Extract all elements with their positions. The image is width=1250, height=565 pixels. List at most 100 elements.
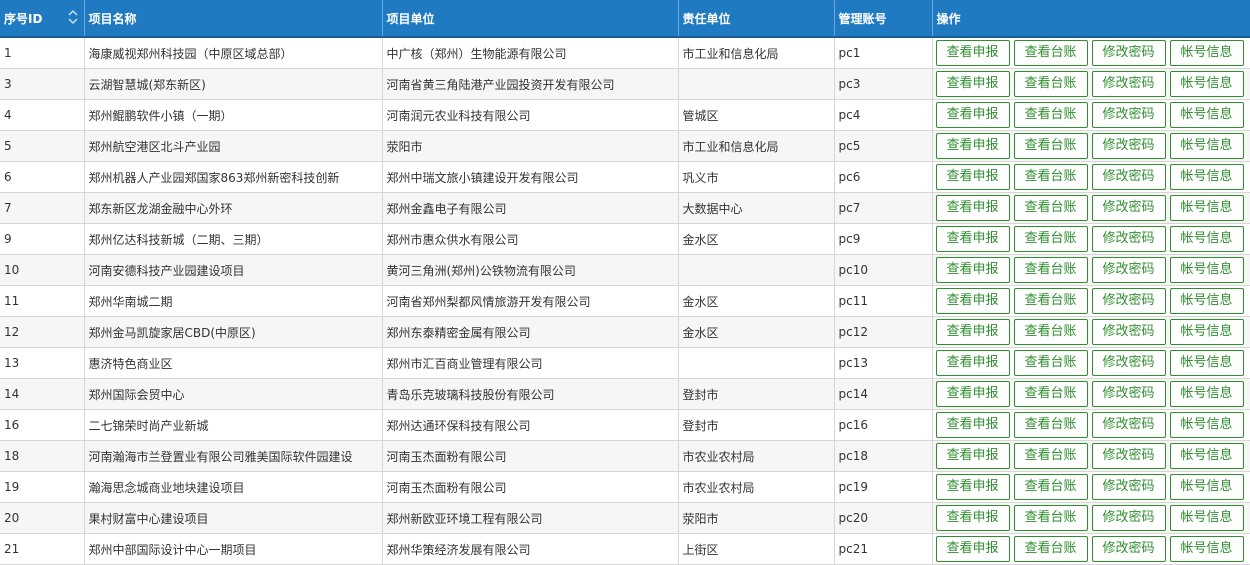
view-ledger-button[interactable]: 查看台账 — [1013, 443, 1088, 469]
view-ledger-button[interactable]: 查看台账 — [1013, 257, 1088, 283]
change-password-button[interactable]: 修改密码 — [1091, 40, 1166, 66]
row-project-name: 郑州鲲鹏软件小镇（一期） — [84, 99, 383, 131]
view-ledger-button[interactable]: 查看台账 — [1013, 319, 1088, 345]
table-body: 1 海康威视郑州科技园（中原区域总部） 中广核（郑州）生物能源有限公司 市工业和信息化… — [0, 37, 1250, 565]
row-id: 5 — [0, 130, 85, 162]
account-info-button[interactable]: 帐号信息 — [1169, 195, 1244, 221]
view-report-button[interactable]: 查看申报 — [935, 474, 1010, 500]
change-password-button[interactable]: 修改密码 — [1091, 412, 1166, 438]
change-password-button[interactable]: 修改密码 — [1091, 133, 1166, 159]
view-ledger-button[interactable]: 查看台账 — [1013, 40, 1088, 66]
view-report-button[interactable]: 查看申报 — [935, 505, 1010, 531]
sort-icon[interactable] — [68, 9, 78, 25]
account-info-button[interactable]: 帐号信息 — [1169, 102, 1244, 128]
view-report-button[interactable]: 查看申报 — [935, 226, 1010, 252]
view-report-button[interactable]: 查看申报 — [935, 350, 1010, 376]
view-ledger-button[interactable]: 查看台账 — [1013, 412, 1088, 438]
row-project-name: 海康威视郑州科技园（中原区域总部） — [84, 37, 383, 69]
row-project-unit: 郑州市汇百商业管理有限公司 — [382, 347, 679, 379]
row-account: pc16 — [834, 409, 933, 441]
account-info-button[interactable]: 帐号信息 — [1169, 412, 1244, 438]
view-report-button[interactable]: 查看申报 — [935, 71, 1010, 97]
view-ledger-button[interactable]: 查看台账 — [1013, 195, 1088, 221]
account-info-button[interactable]: 帐号信息 — [1169, 288, 1244, 314]
view-report-button[interactable]: 查看申报 — [935, 164, 1010, 190]
row-project-unit: 郑州中瑞文旅小镇建设开发有限公司 — [382, 161, 679, 193]
view-report-button[interactable]: 查看申报 — [935, 195, 1010, 221]
view-ledger-button[interactable]: 查看台账 — [1013, 536, 1088, 562]
change-password-button[interactable]: 修改密码 — [1091, 319, 1166, 345]
row-responsible-unit: 管城区 — [678, 99, 835, 131]
change-password-button[interactable]: 修改密码 — [1091, 195, 1166, 221]
view-report-button[interactable]: 查看申报 — [935, 40, 1010, 66]
view-ledger-button[interactable]: 查看台账 — [1013, 226, 1088, 252]
row-account: pc13 — [834, 347, 933, 379]
account-info-button[interactable]: 帐号信息 — [1169, 226, 1244, 252]
change-password-button[interactable]: 修改密码 — [1091, 226, 1166, 252]
row-account: pc10 — [834, 254, 933, 286]
change-password-button[interactable]: 修改密码 — [1091, 257, 1166, 283]
account-info-button[interactable]: 帐号信息 — [1169, 381, 1244, 407]
row-actions: 查看申报 查看台账 修改密码 帐号信息 — [932, 409, 1250, 441]
account-info-button[interactable]: 帐号信息 — [1169, 71, 1244, 97]
view-ledger-button[interactable]: 查看台账 — [1013, 381, 1088, 407]
view-ledger-button[interactable]: 查看台账 — [1013, 474, 1088, 500]
row-responsible-unit: 登封市 — [678, 378, 835, 410]
change-password-button[interactable]: 修改密码 — [1091, 474, 1166, 500]
row-responsible-unit: 上街区 — [678, 533, 835, 565]
account-info-button[interactable]: 帐号信息 — [1169, 164, 1244, 190]
account-info-button[interactable]: 帐号信息 — [1169, 505, 1244, 531]
change-password-button[interactable]: 修改密码 — [1091, 443, 1166, 469]
account-info-button[interactable]: 帐号信息 — [1169, 257, 1244, 283]
row-id: 13 — [0, 347, 85, 379]
row-actions: 查看申报 查看台账 修改密码 帐号信息 — [932, 378, 1250, 410]
row-project-unit: 郑州东泰精密金属有限公司 — [382, 316, 679, 348]
view-ledger-button[interactable]: 查看台账 — [1013, 102, 1088, 128]
change-password-button[interactable]: 修改密码 — [1091, 164, 1166, 190]
view-ledger-button[interactable]: 查看台账 — [1013, 288, 1088, 314]
view-report-button[interactable]: 查看申报 — [935, 102, 1010, 128]
view-ledger-button[interactable]: 查看台账 — [1013, 505, 1088, 531]
row-project-name: 郑州亿达科技新城（二期、三期） — [84, 223, 383, 255]
view-ledger-button[interactable]: 查看台账 — [1013, 133, 1088, 159]
row-actions: 查看申报 查看台账 修改密码 帐号信息 — [932, 285, 1250, 317]
change-password-button[interactable]: 修改密码 — [1091, 350, 1166, 376]
view-ledger-button[interactable]: 查看台账 — [1013, 71, 1088, 97]
row-responsible-unit: 市工业和信息化局 — [678, 37, 835, 69]
account-info-button[interactable]: 帐号信息 — [1169, 40, 1244, 66]
account-info-button[interactable]: 帐号信息 — [1169, 133, 1244, 159]
view-ledger-button[interactable]: 查看台账 — [1013, 164, 1088, 190]
row-project-name: 郑州机器人产业园郑国家863郑州新密科技创新 — [84, 161, 383, 193]
table-row: 21 郑州中部国际设计中心一期项目 郑州华策经济发展有限公司 上街区 pc21 查看申报查… — [0, 533, 1250, 565]
view-report-button[interactable]: 查看申报 — [935, 288, 1010, 314]
row-responsible-unit: 登封市 — [678, 409, 835, 441]
view-report-button[interactable]: 查看申报 — [935, 443, 1010, 469]
view-report-button[interactable]: 查看申报 — [935, 133, 1010, 159]
row-id: 19 — [0, 471, 85, 503]
change-password-button[interactable]: 修改密码 — [1091, 381, 1166, 407]
row-account: pc18 — [834, 440, 933, 472]
account-info-button[interactable]: 帐号信息 — [1169, 474, 1244, 500]
table-row: 20 果村财富中心建设项目 郑州新欧亚环境工程有限公司 荥阳市 pc20 查看申报 查看台账… — [0, 502, 1250, 534]
row-actions: 查看申报 查看台账 修改密码 帐号信息 — [932, 254, 1250, 286]
row-account: pc5 — [834, 130, 933, 162]
view-report-button[interactable]: 查看申报 — [935, 381, 1010, 407]
change-password-button[interactable]: 修改密码 — [1091, 71, 1166, 97]
header-id[interactable]: 序号ID — [0, 0, 85, 38]
table-row: 3 云湖智慧城(郑东新区) 河南省黄三角陆港产业园投资开发有限公司 pc3 查看申报 查看… — [0, 68, 1250, 100]
account-info-button[interactable]: 帐号信息 — [1169, 350, 1244, 376]
view-report-button[interactable]: 查看申报 — [935, 257, 1010, 283]
view-report-button[interactable]: 查看申报 — [935, 536, 1010, 562]
view-report-button[interactable]: 查看申报 — [935, 319, 1010, 345]
account-info-button[interactable]: 帐号信息 — [1169, 443, 1244, 469]
view-report-button[interactable]: 查看申报 — [935, 412, 1010, 438]
change-password-button[interactable]: 修改密码 — [1091, 102, 1166, 128]
account-info-button[interactable]: 帐号信息 — [1169, 319, 1244, 345]
row-responsible-unit: 大数据中心 — [678, 192, 835, 224]
change-password-button[interactable]: 修改密码 — [1091, 536, 1166, 562]
view-ledger-button[interactable]: 查看台账 — [1013, 350, 1088, 376]
change-password-button[interactable]: 修改密码 — [1091, 505, 1166, 531]
account-info-button[interactable]: 帐号信息 — [1169, 536, 1244, 562]
row-account: pc1 — [834, 37, 933, 69]
change-password-button[interactable]: 修改密码 — [1091, 288, 1166, 314]
